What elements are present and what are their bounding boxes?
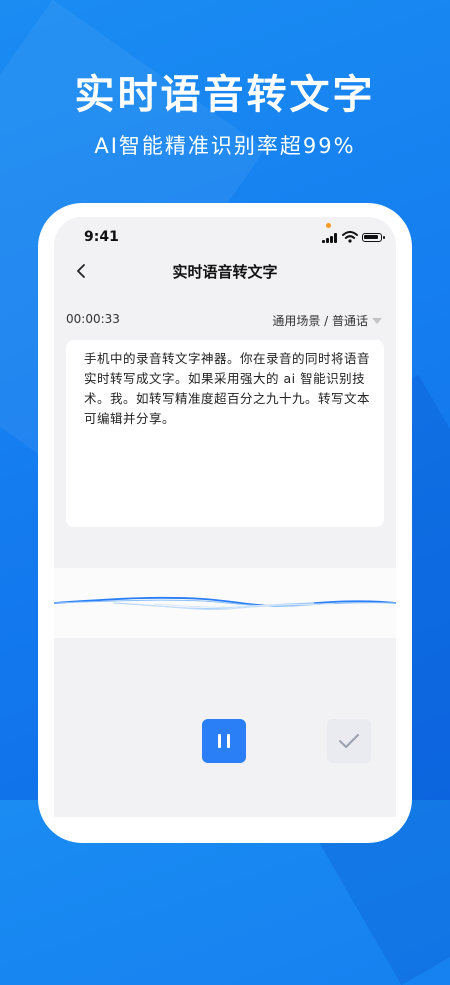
transcript-text[interactable]: 手机中的录音转文字神器。你在录音的同时将语音实时转写成文字。如果采用强大的 ai… [84,349,370,429]
mode-selector[interactable]: 通用场景 / 普通话 [272,312,382,329]
waveform [54,568,396,638]
check-icon [339,734,359,748]
recording-timer: 00:00:33 [66,312,120,326]
status-bar: 9:41 [54,217,396,257]
wifi-icon [342,231,358,243]
caret-down-icon [372,318,382,324]
nav-bar: 实时语音转文字 [54,257,396,287]
page-title: 实时语音转文字 [172,263,278,281]
promo-subline: AI智能精准识别率超99% [94,134,356,158]
signal-icon [322,233,338,243]
transcript-card[interactable]: 手机中的录音转文字神器。你在录音的同时将语音实时转写成文字。如果采用强大的 ai… [66,340,384,527]
mode-label: 通用场景 / 普通话 [272,314,368,328]
phone-screen: 9:41 实时语音转文字 00:00:33 通用场景 / 普通话 手机中的录音转… [54,217,396,817]
waveform-graphic [54,596,396,611]
camera-indicator [326,223,331,228]
battery-icon [362,233,385,242]
pause-button[interactable] [202,719,246,763]
confirm-button[interactable] [327,719,371,763]
status-time: 9:41 [84,229,119,245]
pause-icon [218,734,221,748]
promo-headline: 实时语音转文字 [74,72,376,118]
